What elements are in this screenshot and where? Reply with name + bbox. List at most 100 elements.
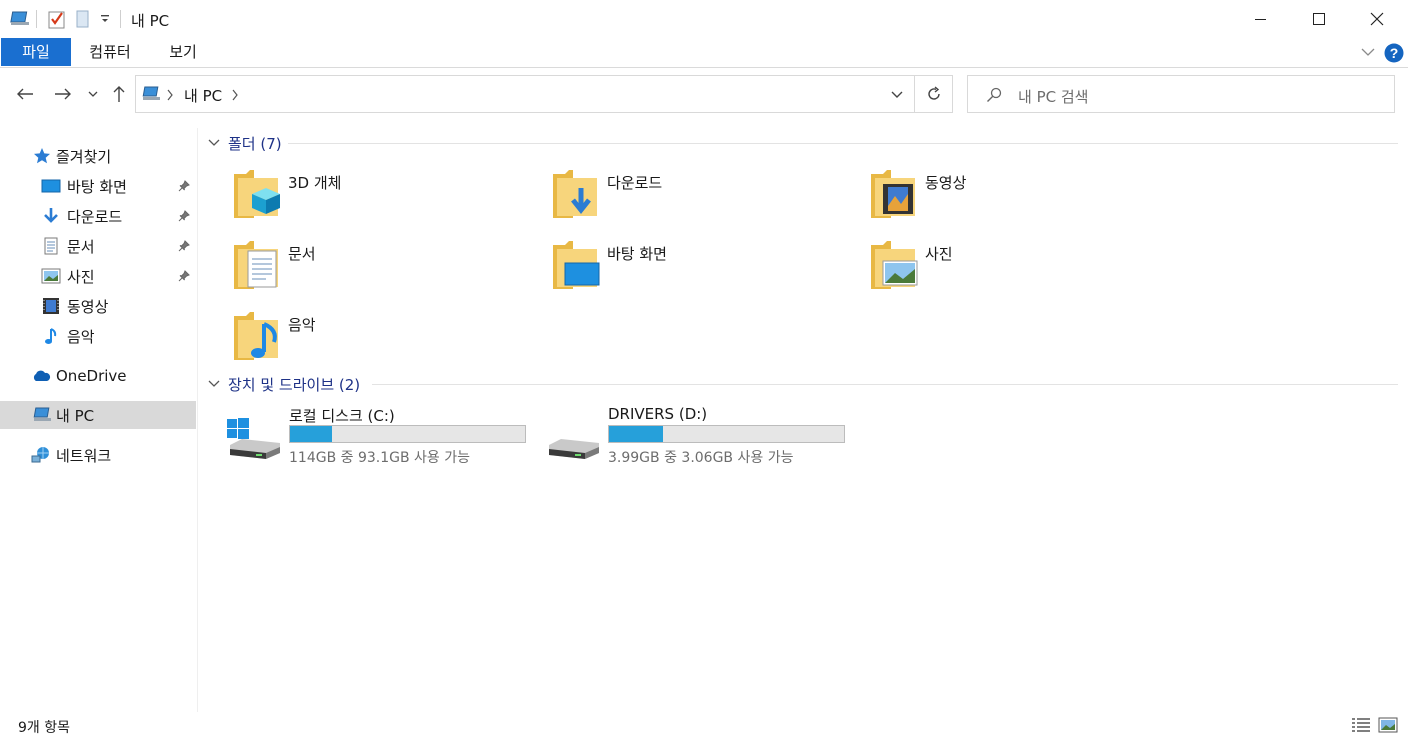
minimize-icon	[1255, 19, 1266, 20]
document-icon	[41, 236, 61, 256]
nav-label: 동영상	[67, 297, 109, 316]
large-icons-view-icon[interactable]	[1378, 717, 1398, 733]
folder-tile[interactable]: 다운로드	[551, 166, 851, 230]
usage-fill	[609, 426, 664, 442]
desktop-icon	[41, 176, 61, 196]
computer-icon	[142, 86, 162, 102]
close-icon	[1370, 12, 1384, 26]
address-row: 내 PC 내 PC 검색	[0, 72, 1408, 116]
nav-label: OneDrive	[56, 367, 127, 385]
recent-locations-button[interactable]	[86, 82, 100, 106]
forward-button[interactable]	[52, 82, 74, 106]
properties-checkmark-icon[interactable]	[48, 9, 66, 29]
drive-d[interactable]: DRIVERS (D:) 3.99GB 중 3.06GB 사용 가능	[545, 405, 865, 469]
details-view-icon[interactable]	[1351, 717, 1371, 733]
minimize-button[interactable]	[1232, 0, 1290, 38]
breadcrumb-this-pc[interactable]: 내 PC	[184, 85, 222, 106]
pin-icon[interactable]	[178, 270, 190, 282]
ribbon: 파일 컴퓨터 보기 ?	[0, 38, 1408, 68]
nav-network[interactable]: 네트워크	[0, 441, 196, 469]
folder-label: 다운로드	[607, 174, 663, 192]
navigation-pane: 즐겨찾기 바탕 화면 다운로드 문서 사진 동영상 음악 OneDrive 내 …	[0, 128, 198, 712]
up-button[interactable]	[108, 82, 130, 106]
address-dropdown-icon[interactable]	[891, 91, 903, 99]
nav-label: 다운로드	[67, 207, 123, 226]
folder-tile[interactable]: 음악	[232, 308, 532, 372]
nav-label: 사진	[67, 267, 95, 286]
section-title: 장치 및 드라이브 (2)	[228, 375, 361, 394]
nav-label: 내 PC	[56, 406, 95, 425]
status-bar: 9개 항목	[0, 712, 1408, 742]
videos-folder-icon	[869, 166, 925, 222]
up-arrow-icon	[113, 86, 125, 102]
music-icon	[41, 326, 61, 346]
nav-quick-access[interactable]: 즐겨찾기	[0, 142, 196, 170]
new-folder-icon[interactable]	[76, 9, 90, 29]
folder-label: 사진	[925, 245, 953, 263]
folder-label: 동영상	[925, 174, 967, 192]
onedrive-cloud-icon	[31, 366, 51, 386]
section-header-folders[interactable]: 폴더 (7)	[208, 133, 282, 153]
3d-objects-folder-icon	[232, 166, 288, 222]
section-title: 폴더 (7)	[228, 134, 282, 153]
folder-tile[interactable]: 문서	[232, 237, 532, 301]
back-arrow-icon	[17, 88, 33, 100]
picture-icon	[41, 266, 61, 286]
nav-onedrive[interactable]: OneDrive	[0, 362, 196, 390]
drive-size-text: 3.99GB 중 3.06GB 사용 가능	[608, 450, 794, 466]
nav-item-desktop[interactable]: 바탕 화면	[0, 172, 196, 200]
video-icon	[41, 296, 61, 316]
breadcrumb-chevron-icon[interactable]	[231, 89, 239, 101]
tab-view[interactable]: 보기	[156, 38, 210, 66]
nav-label: 음악	[67, 327, 95, 346]
customize-dropdown-icon[interactable]	[100, 14, 110, 24]
help-icon[interactable]: ?	[1384, 43, 1404, 63]
folder-label: 3D 개체	[288, 174, 342, 192]
folder-label: 바탕 화면	[607, 245, 667, 263]
usage-fill	[290, 426, 333, 442]
folder-tile[interactable]: 바탕 화면	[551, 237, 851, 301]
folder-tile[interactable]: 3D 개체	[232, 166, 532, 230]
nav-item-videos[interactable]: 동영상	[0, 292, 196, 320]
drive-size-text: 114GB 중 93.1GB 사용 가능	[289, 450, 471, 466]
breadcrumb-chevron-icon[interactable]	[166, 89, 174, 101]
nav-item-downloads[interactable]: 다운로드	[0, 202, 196, 230]
search-box[interactable]: 내 PC 검색	[967, 75, 1395, 113]
expand-ribbon-chevron-icon[interactable]	[1361, 47, 1375, 57]
star-icon	[32, 146, 52, 166]
content-pane: 폴더 (7) 3D 개체 다운로드 동영상 문서 바탕 화면 사진 음악 장치 …	[200, 128, 1408, 712]
nav-label: 즐겨찾기	[56, 147, 112, 166]
maximize-button[interactable]	[1290, 0, 1348, 38]
drive-label: DRIVERS (D:)	[608, 405, 708, 423]
folder-tile[interactable]: 동영상	[869, 166, 1169, 230]
nav-item-documents[interactable]: 문서	[0, 232, 196, 260]
nav-this-pc[interactable]: 내 PC	[0, 401, 196, 429]
pin-icon[interactable]	[178, 180, 190, 192]
computer-icon[interactable]	[10, 10, 32, 28]
folder-label: 문서	[288, 245, 316, 263]
refresh-button[interactable]	[915, 75, 953, 113]
address-bar[interactable]: 내 PC	[135, 75, 915, 113]
section-header-drives[interactable]: 장치 및 드라이브 (2)	[208, 374, 360, 394]
search-icon	[986, 87, 1002, 103]
tab-computer[interactable]: 컴퓨터	[80, 38, 140, 66]
pin-icon[interactable]	[178, 240, 190, 252]
windows-drive-icon	[226, 417, 282, 463]
title-bar: 내 PC	[0, 0, 1408, 38]
nav-item-pictures[interactable]: 사진	[0, 262, 196, 290]
maximize-icon	[1313, 13, 1325, 25]
tab-file[interactable]: 파일	[1, 38, 71, 66]
usage-bar	[289, 425, 526, 443]
network-icon	[31, 445, 51, 465]
music-folder-icon	[232, 308, 288, 364]
drive-c[interactable]: 로컬 디스크 (C:) 114GB 중 93.1GB 사용 가능	[226, 405, 546, 469]
pin-icon[interactable]	[178, 210, 190, 222]
item-count: 9개 항목	[18, 720, 70, 736]
close-button[interactable]	[1348, 0, 1406, 38]
drive-icon	[545, 417, 601, 463]
desktop-folder-icon	[551, 237, 607, 293]
nav-item-music[interactable]: 음악	[0, 322, 196, 350]
back-button[interactable]	[14, 82, 36, 106]
nav-label: 문서	[67, 237, 95, 256]
folder-tile[interactable]: 사진	[869, 237, 1169, 301]
